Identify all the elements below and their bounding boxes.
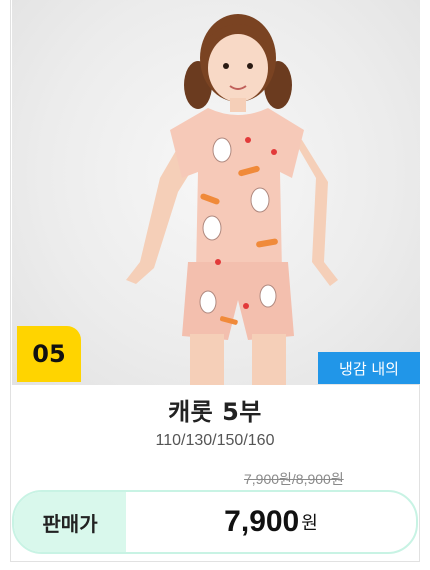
size-options: 110/130/150/160 xyxy=(155,432,275,449)
category-tag: 냉감 내의 xyxy=(318,352,420,384)
product-number-badge: 05 xyxy=(17,326,81,382)
sale-price: 7,900 원 xyxy=(126,492,416,552)
price-unit: 원 xyxy=(301,513,318,534)
price-box: 판매가 7,900 원 xyxy=(12,490,418,554)
price-amount: 7,900 xyxy=(224,505,300,538)
price-label: 판매가 xyxy=(14,492,126,552)
original-price: 7,900원/8,900원 xyxy=(244,471,344,487)
product-title[interactable]: 캐롯 5부 xyxy=(10,392,420,427)
